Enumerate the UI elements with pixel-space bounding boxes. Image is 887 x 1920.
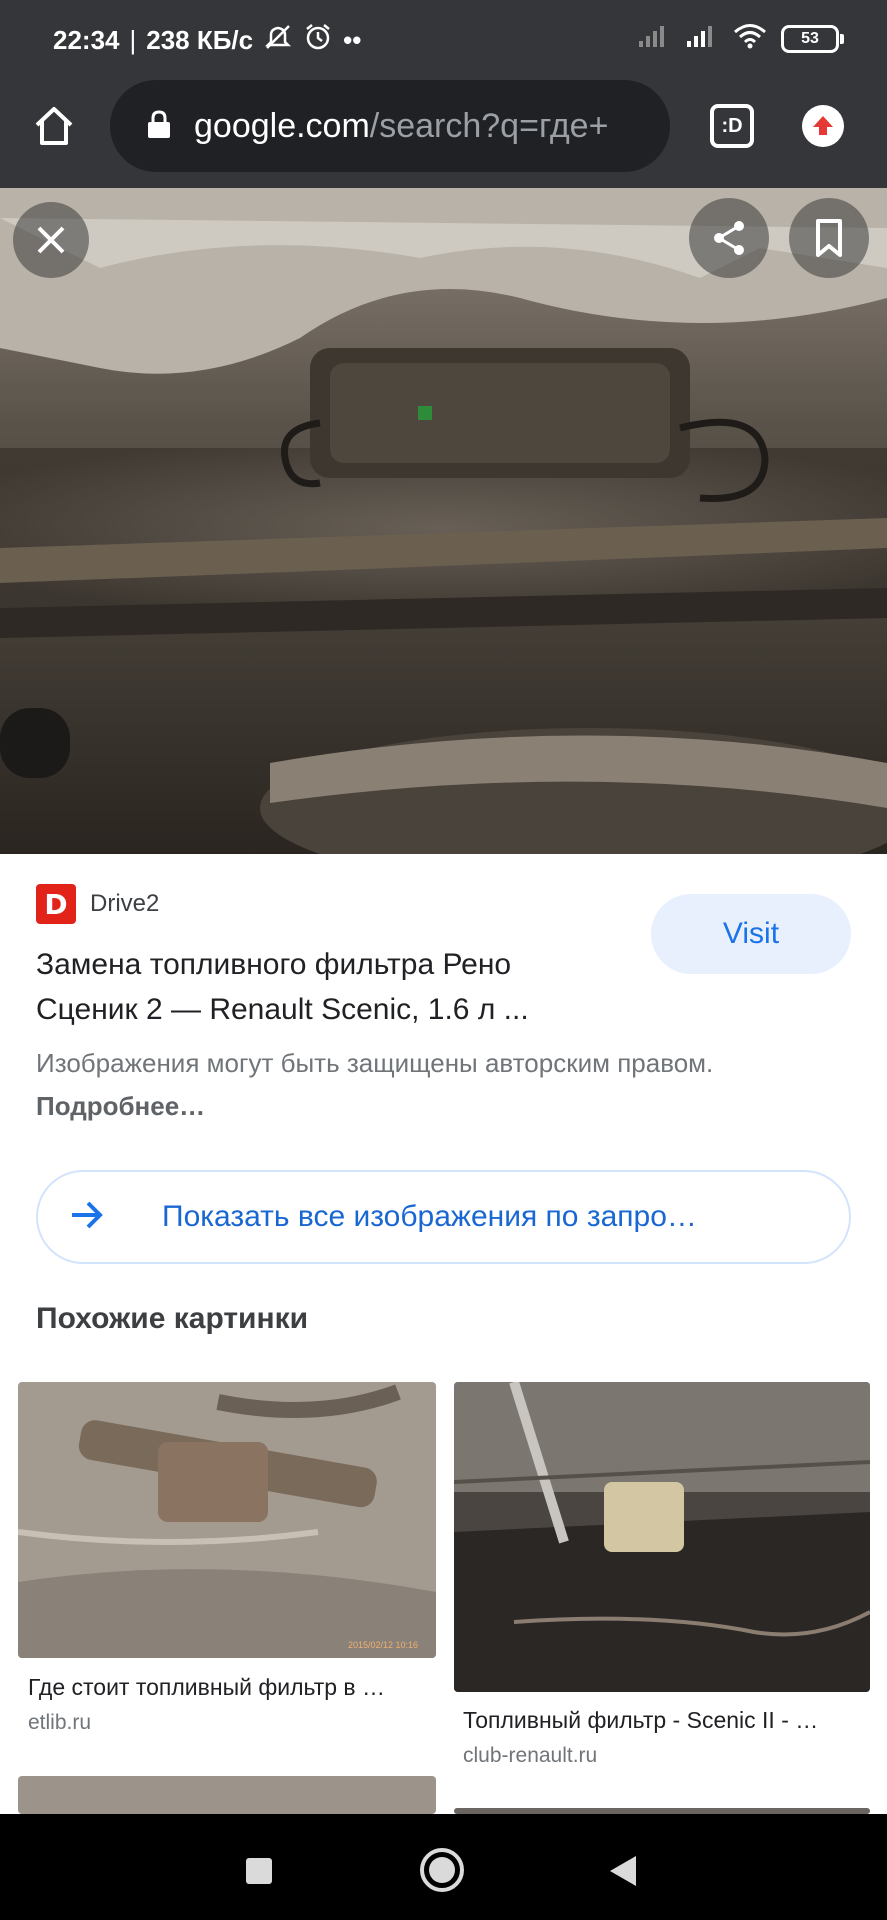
home-nav-button[interactable] [420, 1848, 464, 1892]
alarm-icon [303, 22, 333, 59]
home-button[interactable] [28, 100, 80, 152]
signal-icon-2 [685, 23, 719, 54]
show-all-images-button[interactable]: Показать все изображения по запро… [36, 1170, 851, 1264]
home-icon [35, 107, 73, 145]
url-bar[interactable]: google.com/search?q=где+ [110, 80, 670, 172]
similar-images-heading: Похожие картинки [36, 1302, 309, 1335]
status-right: 53 [637, 22, 844, 55]
browser-toolbar: google.com/search?q=где+ :D [0, 78, 887, 188]
learn-more-link[interactable]: Подробнее… [36, 1091, 205, 1121]
tab-switcher-button[interactable]: :D [710, 104, 754, 148]
photo-timestamp: 2015/02/12 10:16 [348, 1640, 418, 1650]
close-icon [37, 226, 65, 254]
similar-image-3[interactable] [18, 1776, 436, 1814]
share-button[interactable] [689, 198, 769, 278]
url-path: /search?q=где+ [369, 106, 609, 145]
status-time: 22:34 [53, 25, 120, 55]
similar-image-1-title[interactable]: Где стоит топливный фильтр в … [28, 1674, 385, 1701]
status-network-speed: 238 КБ/с [146, 25, 254, 55]
url-text: google.com/search?q=где+ [194, 107, 654, 146]
system-navigation-bar [0, 1814, 887, 1920]
similar-image-1-domain: etlib.ru [28, 1711, 92, 1734]
status-left: 22:34 | 238 КБ/с •• [53, 22, 361, 59]
result-title[interactable]: Замена топливного фильтра Рено Сценик 2 … [36, 942, 596, 1032]
similar-image-2-domain: club-renault.ru [463, 1744, 598, 1767]
similar-image-2[interactable] [454, 1382, 870, 1692]
show-all-label: Показать все изображения по запро… [162, 1200, 697, 1233]
copyright-notice: Изображения могут быть защищены авторски… [36, 1042, 836, 1128]
status-bar: 22:34 | 238 КБ/с •• 53 [0, 0, 887, 78]
status-separator: | [129, 25, 137, 55]
url-domain: google.com [194, 106, 370, 145]
image-preview[interactable] [0, 188, 887, 854]
similar-image-2-title[interactable]: Топливный фильтр - Scenic II - … [463, 1707, 818, 1734]
recents-button[interactable] [246, 1858, 272, 1884]
arrow-up-icon [813, 116, 833, 135]
copyright-text: Изображения могут быть защищены авторски… [36, 1048, 714, 1078]
mute-icon [263, 22, 293, 59]
lock-icon [146, 109, 172, 144]
update-chrome-button[interactable] [802, 105, 844, 147]
visit-button[interactable]: Visit [651, 894, 851, 974]
source-name: Drive2 [90, 890, 160, 917]
bookmark-icon [816, 219, 842, 257]
result-source[interactable]: D Drive2 [36, 884, 159, 924]
thumbnail-image [454, 1382, 870, 1692]
thumbnail-image: 2015/02/12 10:16 [18, 1382, 436, 1658]
close-button[interactable] [13, 202, 89, 278]
back-button[interactable] [610, 1856, 636, 1886]
more-notifications-icon: •• [343, 25, 362, 55]
signal-icon-1 [637, 23, 671, 54]
save-button[interactable] [789, 198, 869, 278]
share-icon [714, 221, 744, 255]
drive2-logo: D [36, 884, 76, 924]
similar-image-1[interactable]: 2015/02/12 10:16 [18, 1382, 436, 1658]
fuel-filter-photo [0, 188, 887, 854]
battery-icon: 53 [781, 24, 844, 53]
wifi-icon [733, 22, 767, 55]
arrow-right-icon [70, 1200, 104, 1235]
